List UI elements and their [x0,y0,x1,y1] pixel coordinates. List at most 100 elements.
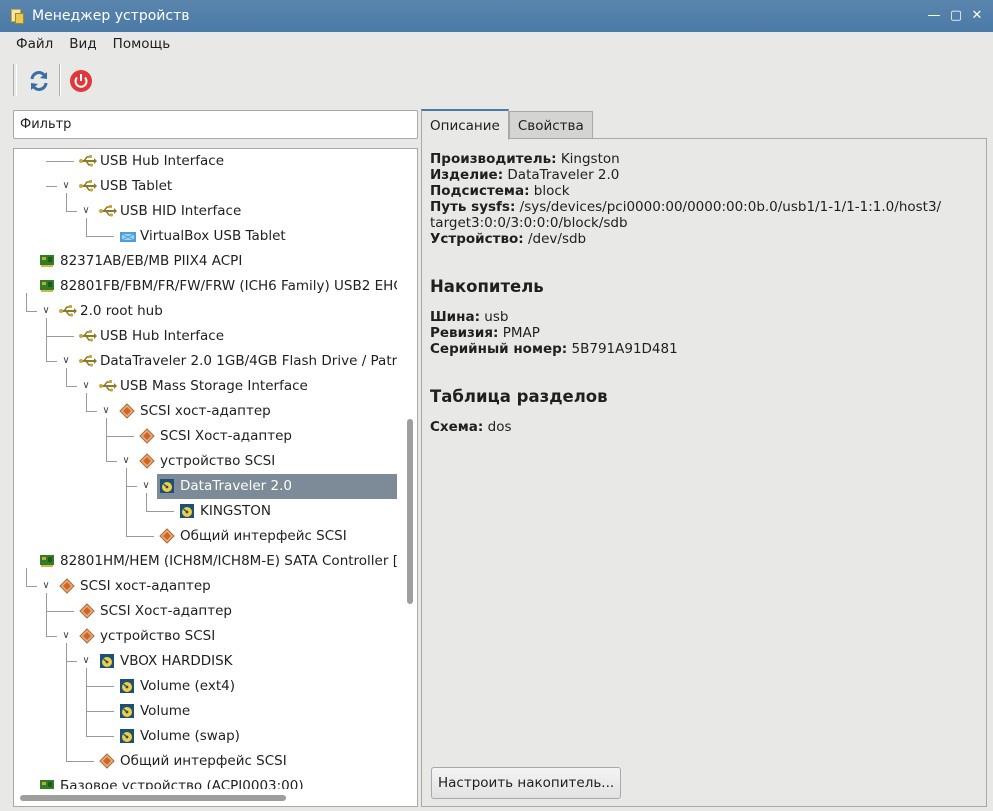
tree-branch-line [146,511,174,512]
window-title: Менеджер устройств [32,8,190,24]
expand-toggle-icon[interactable]: ∨ [99,404,113,418]
menu-file[interactable]: Файл [8,36,61,52]
tree-row-label: USB Hub Interface [100,328,225,344]
tree-row[interactable]: ∨ SCSI хост-адаптер [14,399,397,424]
tree-row-label: Общий интерфейс SCSI [180,528,347,544]
tree-row[interactable]: USB Hub Interface [14,149,397,174]
expand-toggle-icon[interactable]: ∨ [39,304,53,318]
tree-row[interactable]: ∨ DataTraveler 2.0 1GB/4GB Flash Drive / … [14,349,397,374]
tree-row[interactable]: ∨ устройство SCSI [14,624,397,649]
serial-value: 5B791A91D481 [571,341,678,357]
tree-row[interactable]: Volume (ext4) [14,674,397,699]
tree-row[interactable]: SCSI Хост-адаптер [14,424,397,449]
tree-row[interactable]: Volume [14,699,397,724]
tree-vertical-scrollbar[interactable] [407,419,413,604]
tree-row[interactable]: 82801FB/FBM/FR/FW/FRW (ICH6 Family) USB2… [14,274,397,299]
tree-row[interactable]: KINGSTON [14,499,397,524]
scsi-icon [159,528,175,544]
tab-properties[interactable]: Свойства [508,111,593,139]
disk-icon [99,653,115,669]
filter-input[interactable] [13,110,418,139]
menu-view[interactable]: Вид [61,36,104,52]
expand-toggle-icon[interactable]: ∨ [79,204,93,218]
scsi-icon [79,603,95,619]
configure-storage-button[interactable]: Настроить накопитель... [431,767,622,799]
tree-row[interactable]: ∨ USB HID Interface [14,199,397,224]
tree-row-label: KINGSTON [200,503,271,519]
expand-toggle-icon[interactable]: ∨ [79,379,93,393]
manufacturer-row: Производитель: Kingston [430,151,975,167]
card-icon [39,778,55,789]
revision-label: Ревизия: [430,325,499,341]
tab-description[interactable]: Описание [421,109,509,140]
subsystem-label: Подсистема: [430,183,530,199]
tree-branch-line [86,686,114,687]
partition-heading: Таблица разделов [430,387,608,406]
tree-row[interactable]: Volume (swap) [14,724,397,749]
tree-row-label: 82801HM/HEM (ICH8M/ICH8M-E) SATA Control… [60,553,397,569]
tree-row-label: устройство SCSI [100,628,216,644]
tree-row-label: 2.0 root hub [80,303,163,319]
tree-row[interactable]: VirtualBox USB Tablet [14,224,397,249]
power-icon [70,70,92,92]
expand-toggle-icon[interactable]: ∨ [139,479,153,493]
tree-branch-line [86,236,114,237]
tree-row[interactable]: ∨ VBOX HARDDISK [14,649,397,674]
menu-help[interactable]: Помощь [105,36,179,52]
tree-row[interactable]: Общий интерфейс SCSI [14,749,397,774]
power-button[interactable] [64,64,98,98]
usb-icon [59,303,77,319]
maximize-icon[interactable]: ▢ [948,8,964,24]
tree-row[interactable]: 82371AB/EB/MB PIIX4 ACPI [14,249,397,274]
expand-toggle-icon[interactable]: ∨ [39,579,53,593]
product-value: DataTraveler 2.0 [507,167,620,183]
tree-row[interactable]: ∨ устройство SCSI [14,449,397,474]
expand-toggle-icon[interactable]: ∨ [59,179,73,193]
refresh-button[interactable] [22,64,56,98]
tree-branch-line [126,536,154,537]
tree-horizontal-scrollbar[interactable] [20,795,286,801]
tree-branch-line [126,486,137,487]
disk-icon [159,478,175,494]
tree-row[interactable]: USB Hub Interface [14,324,397,349]
card-icon [39,253,55,269]
expand-toggle-icon[interactable]: ∨ [79,654,93,668]
tree-row-label: DataTraveler 2.0 1GB/4GB Flash Drive / P… [100,353,397,369]
product-row: Изделие: DataTraveler 2.0 [430,167,975,183]
tree-row-label: SCSI Хост-адаптер [160,428,292,444]
tree-row[interactable]: SCSI Хост-адаптер [14,599,397,624]
usb-icon [79,328,97,344]
subsystem-value: block [533,183,570,199]
details-panel: Производитель: Kingston Изделие: DataTra… [421,138,987,807]
device-tree[interactable]: USB Hub Interface ∨ USB Tablet ∨ USB HID Int… [13,148,418,807]
scheme-label: Схема: [430,419,484,435]
tree-row-label: Volume (swap) [140,728,240,744]
tree-row-label: USB HID Interface [120,203,242,219]
tree-row[interactable]: Базовое устройство (ACPI0003:00) [14,774,397,789]
expand-toggle-icon[interactable]: ∨ [59,354,73,368]
usb-icon [79,153,97,169]
tree-row[interactable]: ∨ USB Tablet [14,174,397,199]
sysfs-row-continued: target3:0:0/3:0:0:0/block/sdb [430,215,975,231]
expand-toggle-icon[interactable]: ∨ [119,454,133,468]
tree-row[interactable]: ∨ SCSI хост-адаптер [14,574,397,599]
manufacturer-value: Kingston [560,151,620,167]
serial-row: Серийный номер: 5B791A91D481 [430,341,975,357]
revision-row: Ревизия: PMAP [430,325,975,341]
tree-branch-line [46,361,57,362]
tree-row[interactable]: ∨ USB Mass Storage Interface [14,374,397,399]
tree-branch-line [86,711,114,712]
tablet-icon [119,228,136,244]
tree-row[interactable]: ∨ DataTraveler 2.0 [14,474,397,499]
expand-toggle-icon[interactable]: ∨ [59,629,73,643]
menu-bar: Файл Вид Помощь [0,32,993,56]
tree-branch-line [26,586,37,587]
device-info: Производитель: Kingston Изделие: DataTra… [430,151,975,435]
tree-row[interactable]: 82801HM/HEM (ICH8M/ICH8M-E) SATA Control… [14,549,397,574]
toolbar-grip[interactable] [13,64,17,96]
minimize-icon[interactable]: — [926,8,942,24]
tree-branch-line [66,211,77,212]
close-icon[interactable]: ✕ [969,8,985,24]
tree-row[interactable]: Общий интерфейс SCSI [14,524,397,549]
tree-row[interactable]: ∨ 2.0 root hub [14,299,397,324]
